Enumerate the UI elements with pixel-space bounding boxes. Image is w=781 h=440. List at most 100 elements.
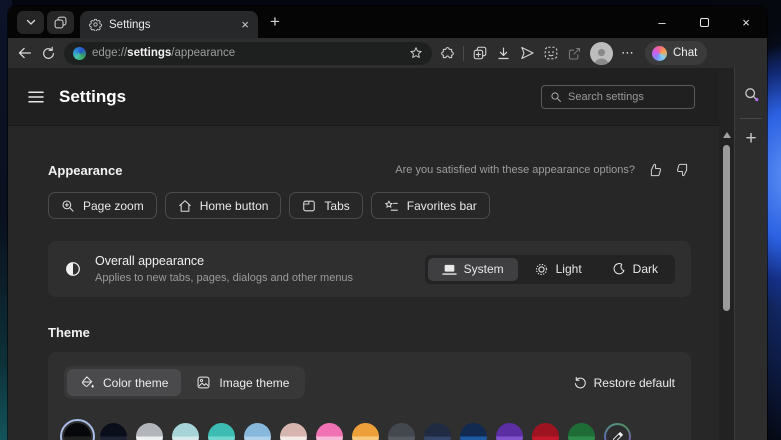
refresh-button[interactable]	[41, 46, 56, 61]
color-swatch-green[interactable]	[568, 423, 595, 440]
chip-label: Favorites bar	[406, 198, 477, 213]
more-menu-button[interactable]: ⋯	[621, 45, 635, 61]
feedback-question: Are you satisfied with these appearance …	[395, 164, 635, 176]
mode-option-system[interactable]: System	[427, 257, 518, 281]
chip-home-button[interactable]: Home button	[164, 192, 282, 219]
color-swatch-pink[interactable]	[316, 423, 343, 440]
chip-label: Tabs	[324, 198, 350, 213]
titlebar: Settings × + – ×	[8, 6, 767, 38]
color-swatch-dark-navy[interactable]	[100, 423, 127, 440]
edge-logo-icon	[73, 46, 86, 60]
scrollbar-thumb[interactable]	[723, 145, 730, 311]
maximize-icon	[699, 17, 709, 27]
bing-search-icon[interactable]	[743, 86, 760, 103]
gear-icon	[89, 18, 102, 31]
contrast-icon	[64, 260, 82, 278]
scroll-up-arrow-icon[interactable]	[722, 132, 731, 138]
color-swatch-slate-blue[interactable]	[424, 423, 451, 440]
theme-type-tabs: Color theme Image theme	[64, 366, 306, 399]
send-icon[interactable]	[519, 45, 535, 61]
tab-settings[interactable]: Settings ×	[80, 11, 258, 38]
overall-appearance-title: Overall appearance	[95, 254, 205, 268]
collections-button[interactable]	[472, 45, 488, 61]
settings-search-input[interactable]	[568, 90, 686, 103]
new-tab-button[interactable]: +	[270, 12, 280, 32]
workspaces-button[interactable]	[47, 10, 74, 34]
favorites-bar-icon	[384, 199, 399, 213]
chip-label: Page zoom	[83, 198, 144, 213]
tab-color-theme[interactable]: Color theme	[67, 369, 182, 396]
chip-page-zoom[interactable]: Page zoom	[48, 192, 157, 219]
profile-avatar[interactable]	[590, 41, 613, 65]
sun-icon	[534, 262, 549, 277]
chat-button[interactable]: Chat	[645, 41, 708, 65]
mode-label: Dark	[632, 262, 658, 276]
chat-label: Chat	[673, 47, 698, 59]
toolbar-divider	[463, 45, 464, 61]
minimize-button[interactable]: –	[641, 6, 683, 38]
color-swatch-orange[interactable]	[352, 423, 379, 440]
toolbar: edge://settings/appearance ⋯ Chat	[8, 38, 767, 68]
theme-tab-label: Color theme	[103, 375, 169, 390]
theme-card: Color theme Image theme Restore default	[48, 352, 691, 440]
back-button[interactable]	[17, 45, 33, 61]
color-swatch-purple[interactable]	[496, 423, 523, 440]
theme-tab-label: Image theme	[219, 375, 290, 390]
color-swatch-light-blue[interactable]	[244, 423, 271, 440]
color-swatch-blush[interactable]	[280, 423, 307, 440]
web-capture-button[interactable]	[543, 45, 559, 61]
paint-bucket-icon	[80, 375, 95, 390]
share-button[interactable]	[567, 46, 582, 61]
color-swatch-gray[interactable]	[388, 423, 415, 440]
thumbs-up-icon[interactable]	[647, 162, 663, 178]
eyedropper-icon	[606, 425, 629, 440]
restore-label: Restore default	[593, 375, 675, 390]
scrollbar[interactable]	[719, 68, 734, 440]
laptop-icon	[441, 263, 457, 276]
address-bar[interactable]: edge://settings/appearance	[64, 41, 432, 65]
restore-default-button[interactable]: Restore default	[573, 376, 675, 390]
settings-search-box[interactable]	[541, 84, 695, 109]
url-text: edge://settings/appearance	[92, 47, 236, 59]
mode-option-dark[interactable]: Dark	[598, 258, 672, 281]
mode-label: System	[463, 262, 504, 276]
settings-page: Settings Appearance Are you satisfied wi…	[8, 68, 719, 440]
extensions-button[interactable]	[440, 46, 455, 61]
restore-icon	[573, 376, 587, 390]
settings-menu-icon[interactable]	[28, 90, 44, 104]
mode-option-light[interactable]: Light	[520, 258, 596, 281]
tab-image-theme[interactable]: Image theme	[183, 369, 302, 396]
color-swatch-light-gray[interactable]	[136, 423, 163, 440]
theme-heading: Theme	[48, 325, 90, 340]
chip-label: Home button	[199, 198, 269, 213]
close-window-button[interactable]: ×	[725, 6, 767, 38]
color-swatch-red[interactable]	[532, 423, 559, 440]
search-icon	[550, 91, 562, 103]
tab-icon	[302, 199, 316, 213]
tab-title: Settings	[109, 18, 151, 31]
rail-add-button[interactable]: +	[745, 129, 756, 148]
color-swatch-blue[interactable]	[460, 423, 487, 440]
overall-appearance-card: Overall appearance Applies to new tabs, …	[48, 241, 691, 297]
tab-search-button[interactable]	[17, 10, 44, 34]
color-swatch-pale-teal[interactable]	[172, 423, 199, 440]
chip-tabs[interactable]: Tabs	[289, 192, 363, 219]
color-swatch-black[interactable]	[60, 419, 95, 440]
downloads-button[interactable]	[496, 46, 511, 61]
chip-favorites-bar[interactable]: Favorites bar	[370, 192, 490, 219]
maximize-button[interactable]	[683, 6, 725, 38]
favorite-star-icon[interactable]	[409, 46, 423, 60]
sidebar-rail: +	[734, 68, 767, 440]
workspaces-icon	[53, 15, 68, 30]
chevron-down-icon	[25, 16, 37, 28]
color-swatches	[60, 419, 675, 440]
thumbs-down-icon[interactable]	[675, 162, 691, 178]
tab-close-icon[interactable]: ×	[241, 18, 249, 31]
appearance-heading: Appearance	[48, 162, 123, 178]
settings-content: Appearance Are you satisfied with these …	[8, 126, 719, 440]
page-title: Settings	[59, 86, 127, 106]
color-swatch-teal[interactable]	[208, 423, 235, 440]
browser-window: Settings × + – × edge://settings/appeara…	[8, 6, 767, 440]
color-swatch-custom-color[interactable]	[604, 423, 631, 440]
chrome-body: Settings Appearance Are you satisfied wi…	[8, 68, 767, 440]
